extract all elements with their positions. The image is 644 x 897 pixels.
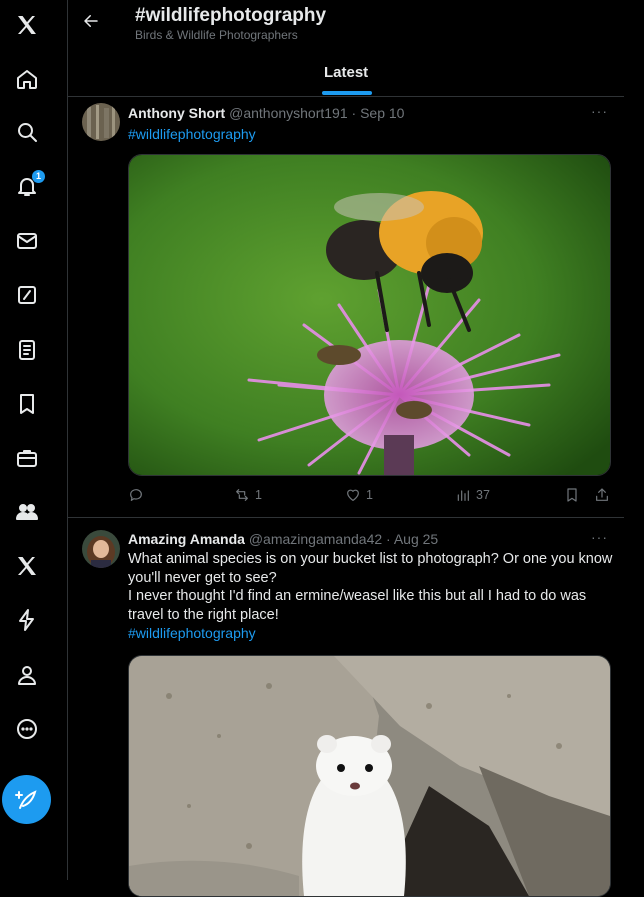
heart-icon bbox=[347, 489, 359, 501]
compose-post-icon bbox=[14, 789, 37, 809]
main-column: #wildlifephotography Birds & Wildlife Ph… bbox=[68, 0, 624, 897]
avatar[interactable] bbox=[82, 530, 120, 568]
compose-post-button[interactable] bbox=[2, 775, 51, 824]
repost-button[interactable]: 1 bbox=[234, 487, 262, 503]
arrow-left-icon bbox=[84, 15, 98, 27]
tweet-date[interactable]: Sep 10 bbox=[360, 105, 404, 121]
tweet-text-line: What animal species is on your bucket li… bbox=[128, 551, 613, 567]
tweet-text-line: I never thought I'd find an ermine/wease… bbox=[128, 588, 587, 604]
tweet-image-ermine[interactable] bbox=[128, 655, 611, 897]
tweet-text-line: travel to the right place! bbox=[128, 606, 279, 623]
mail-icon[interactable] bbox=[13, 227, 41, 255]
author-name[interactable]: Anthony Short bbox=[128, 105, 225, 121]
bookmark-button[interactable] bbox=[564, 487, 580, 503]
hashtag-link[interactable]: #wildlifephotography bbox=[128, 625, 256, 641]
tweet-actions: 1 1 37 bbox=[128, 487, 614, 507]
tweet-text: What animal species is on your bucket li… bbox=[128, 550, 618, 624]
tweet-text-line: you'll never get to see? bbox=[128, 569, 277, 586]
more-icon[interactable] bbox=[13, 715, 41, 743]
back-button[interactable] bbox=[82, 12, 104, 34]
reply-button[interactable] bbox=[128, 487, 149, 503]
search-icon[interactable] bbox=[13, 118, 41, 146]
like-button[interactable]: 1 bbox=[345, 487, 373, 503]
profile-icon[interactable] bbox=[13, 661, 41, 689]
avatar[interactable] bbox=[82, 103, 120, 141]
tab-latest[interactable]: Latest bbox=[324, 64, 368, 81]
tweet-anthony-short[interactable]: Anthony Short @anthonyshort191 · Sep 10 … bbox=[68, 97, 624, 518]
share-button[interactable] bbox=[594, 487, 610, 503]
separator-dot: · bbox=[351, 105, 357, 121]
page-title: #wildlifephotography bbox=[135, 5, 327, 26]
like-count: 1 bbox=[366, 488, 373, 502]
communities-icon[interactable] bbox=[13, 498, 41, 526]
tweet-amazing-amanda[interactable]: Amazing Amanda @amazingamanda42 · Aug 25… bbox=[68, 518, 624, 897]
page-header: #wildlifephotography Birds & Wildlife Ph… bbox=[68, 0, 624, 97]
bookmark-outline-icon bbox=[567, 488, 577, 502]
hashtag-link[interactable]: #wildlifephotography bbox=[128, 126, 256, 142]
home-icon[interactable] bbox=[13, 65, 41, 93]
repost-count: 1 bbox=[255, 488, 262, 502]
x-logo-icon[interactable] bbox=[13, 11, 41, 39]
tweet-header: Anthony Short @anthonyshort191 · Sep 10 bbox=[128, 105, 404, 121]
premium-icon[interactable] bbox=[13, 552, 41, 580]
lists-icon[interactable] bbox=[13, 336, 41, 364]
sidebar: 1 bbox=[0, 0, 68, 880]
separator-dot: · bbox=[386, 531, 391, 547]
tweet-image-bee[interactable] bbox=[128, 154, 611, 476]
reply-icon bbox=[130, 489, 142, 501]
bookmark-icon[interactable] bbox=[13, 390, 41, 418]
page-subtitle: Birds & Wildlife Photographers bbox=[135, 28, 298, 42]
verified-orgs-icon[interactable] bbox=[13, 606, 41, 634]
views-chart-icon bbox=[457, 490, 469, 501]
author-handle[interactable]: @amazingamanda42 bbox=[249, 531, 382, 547]
more-options-button[interactable]: ··· bbox=[591, 103, 608, 119]
share-icon bbox=[596, 488, 608, 501]
grok-icon[interactable] bbox=[13, 281, 41, 309]
more-options-button[interactable]: ··· bbox=[591, 529, 608, 545]
bell-icon[interactable]: 1 bbox=[13, 170, 45, 200]
tab-active-indicator bbox=[322, 91, 372, 95]
jobs-icon[interactable] bbox=[13, 444, 41, 472]
repost-icon bbox=[236, 489, 248, 501]
author-name[interactable]: Amazing Amanda bbox=[128, 531, 245, 547]
tweet-header: Amazing Amanda @amazingamanda42 · Aug 25 bbox=[128, 531, 438, 547]
view-count: 37 bbox=[476, 488, 490, 502]
notification-badge: 1 bbox=[32, 170, 45, 183]
views-button[interactable]: 37 bbox=[455, 487, 490, 503]
author-handle[interactable]: @anthonyshort191 bbox=[229, 105, 348, 121]
tweet-date[interactable]: Aug 25 bbox=[394, 531, 438, 547]
